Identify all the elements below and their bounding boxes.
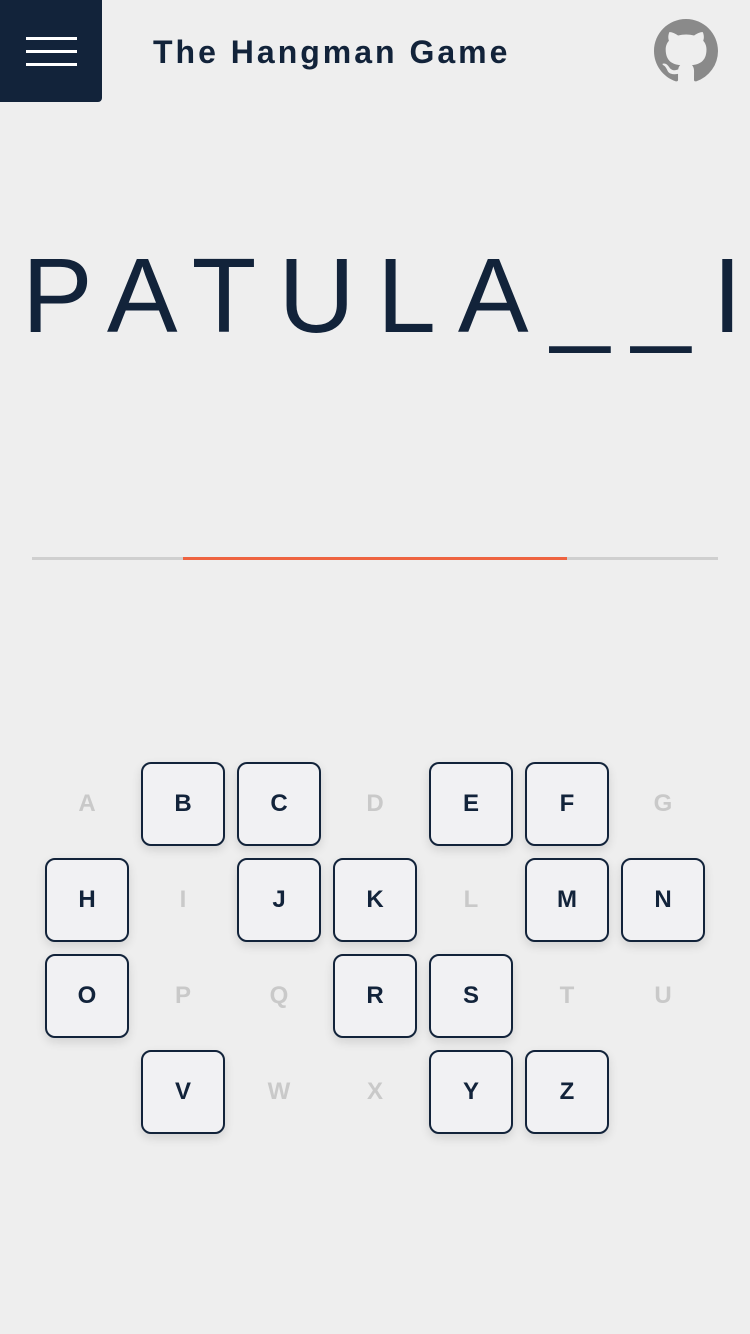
letter-key-l: L (463, 886, 479, 913)
letter-key-u: U (654, 982, 672, 1009)
letter-key-n[interactable]: N (621, 858, 705, 942)
letter-key-f[interactable]: F (525, 762, 609, 846)
letter-key-y[interactable]: Y (429, 1050, 513, 1134)
letter-key-j[interactable]: J (237, 858, 321, 942)
letter-key-g: G (653, 790, 673, 817)
menu-button[interactable] (0, 0, 102, 102)
letter-key-x: X (366, 1078, 383, 1105)
keyboard-row: V W X YZ (39, 1044, 711, 1140)
letter-key-s[interactable]: S (429, 954, 513, 1038)
keyboard-row: H I JK L MN (39, 852, 711, 948)
letter-key-p: P (174, 982, 191, 1009)
keyboard-row: O P Q RS T U (39, 948, 711, 1044)
hangman-page: The Hangman Game PATULA__I A BC D EF G H I JK L M… (0, 0, 750, 1334)
progress-track (32, 557, 718, 560)
letter-key-r[interactable]: R (333, 954, 417, 1038)
progress-fill (182, 557, 568, 560)
hamburger-menu-icon-bar (26, 63, 77, 66)
letter-key-q: Q (269, 982, 289, 1009)
word-display: PATULA__I (22, 237, 750, 355)
github-icon (654, 19, 718, 82)
app-title: The Hangman Game (153, 34, 511, 70)
letter-key-e[interactable]: E (429, 762, 513, 846)
github-link[interactable] (654, 19, 718, 83)
keyboard-row: A BC D EF G (39, 756, 711, 852)
letter-key-o[interactable]: O (45, 954, 129, 1038)
letter-key-d: D (366, 790, 384, 817)
letter-key-v[interactable]: V (141, 1050, 225, 1134)
letter-key-m[interactable]: M (525, 858, 609, 942)
letter-key-z[interactable]: Z (525, 1050, 609, 1134)
letter-key-c[interactable]: C (237, 762, 321, 846)
letter-key-i: I (179, 886, 187, 913)
letter-key-h[interactable]: H (45, 858, 129, 942)
letter-key-b[interactable]: B (141, 762, 225, 846)
letter-keyboard: A BC D EF G H I JK L MN O P Q RS T U V W X YZ (39, 756, 711, 1140)
letter-key-a: A (78, 790, 96, 817)
letter-key-t: T (559, 982, 575, 1009)
letter-key-w: W (267, 1078, 291, 1105)
letter-key-k[interactable]: K (333, 858, 417, 942)
hamburger-menu-icon (26, 37, 77, 40)
hamburger-menu-icon-bar (26, 50, 77, 53)
